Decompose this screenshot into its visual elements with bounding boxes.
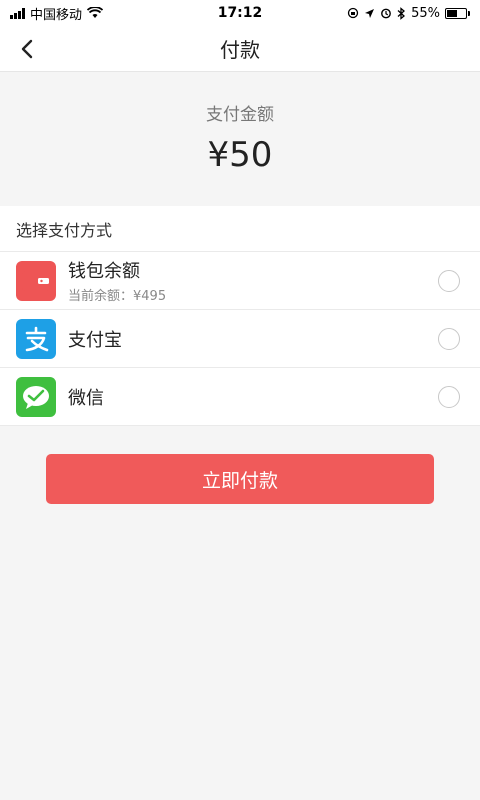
radio-alipay[interactable] bbox=[438, 327, 460, 350]
methods-header: 选择支付方式 bbox=[0, 206, 480, 252]
amount-section: 支付金额 ¥50 bbox=[0, 72, 480, 206]
payment-methods: 选择支付方式 钱包余额 当前余额：¥495 支付宝 微信 bbox=[0, 206, 480, 426]
radio-wechat[interactable] bbox=[438, 385, 460, 408]
back-button[interactable] bbox=[12, 34, 42, 64]
battery-percent: 55% bbox=[411, 5, 440, 21]
page-title: 付款 bbox=[220, 38, 260, 62]
amount-value: ¥50 bbox=[207, 135, 273, 175]
wallet-icon bbox=[16, 260, 56, 301]
method-name: 支付宝 bbox=[68, 329, 122, 351]
wifi-icon bbox=[87, 7, 104, 18]
battery-icon bbox=[445, 7, 470, 19]
wallet-balance: 当前余额：¥495 bbox=[68, 289, 167, 304]
amount-label: 支付金额 bbox=[206, 105, 274, 125]
method-alipay[interactable]: 支付宝 bbox=[0, 310, 480, 368]
location-icon bbox=[365, 8, 375, 18]
method-wallet-text: 钱包余额 当前余额：¥495 bbox=[68, 257, 438, 304]
method-alipay-text: 支付宝 bbox=[68, 326, 438, 352]
method-wechat-text: 微信 bbox=[68, 384, 438, 410]
chevron-left-icon bbox=[21, 39, 33, 59]
signal-icon bbox=[10, 7, 25, 19]
carrier-name: 中国移动 bbox=[30, 7, 83, 23]
alarm-icon bbox=[381, 8, 391, 19]
status-bar: 中国移动 17:12 55% bbox=[0, 0, 480, 26]
bluetooth-icon bbox=[397, 6, 406, 20]
wechat-icon bbox=[16, 376, 56, 417]
method-wallet[interactable]: 钱包余额 当前余额：¥495 bbox=[0, 252, 480, 310]
status-right: 55% bbox=[347, 6, 470, 21]
method-wechat[interactable]: 微信 bbox=[0, 368, 480, 426]
status-left: 中国移动 bbox=[10, 4, 104, 23]
radio-wallet[interactable] bbox=[438, 269, 460, 292]
nav-bar: 付款 bbox=[0, 26, 480, 72]
method-name: 钱包余额 bbox=[68, 261, 140, 282]
alipay-icon bbox=[16, 318, 56, 359]
orientation-lock-icon bbox=[347, 7, 359, 19]
method-name: 微信 bbox=[68, 387, 104, 409]
pay-now-button[interactable]: 立即付款 bbox=[46, 454, 434, 504]
